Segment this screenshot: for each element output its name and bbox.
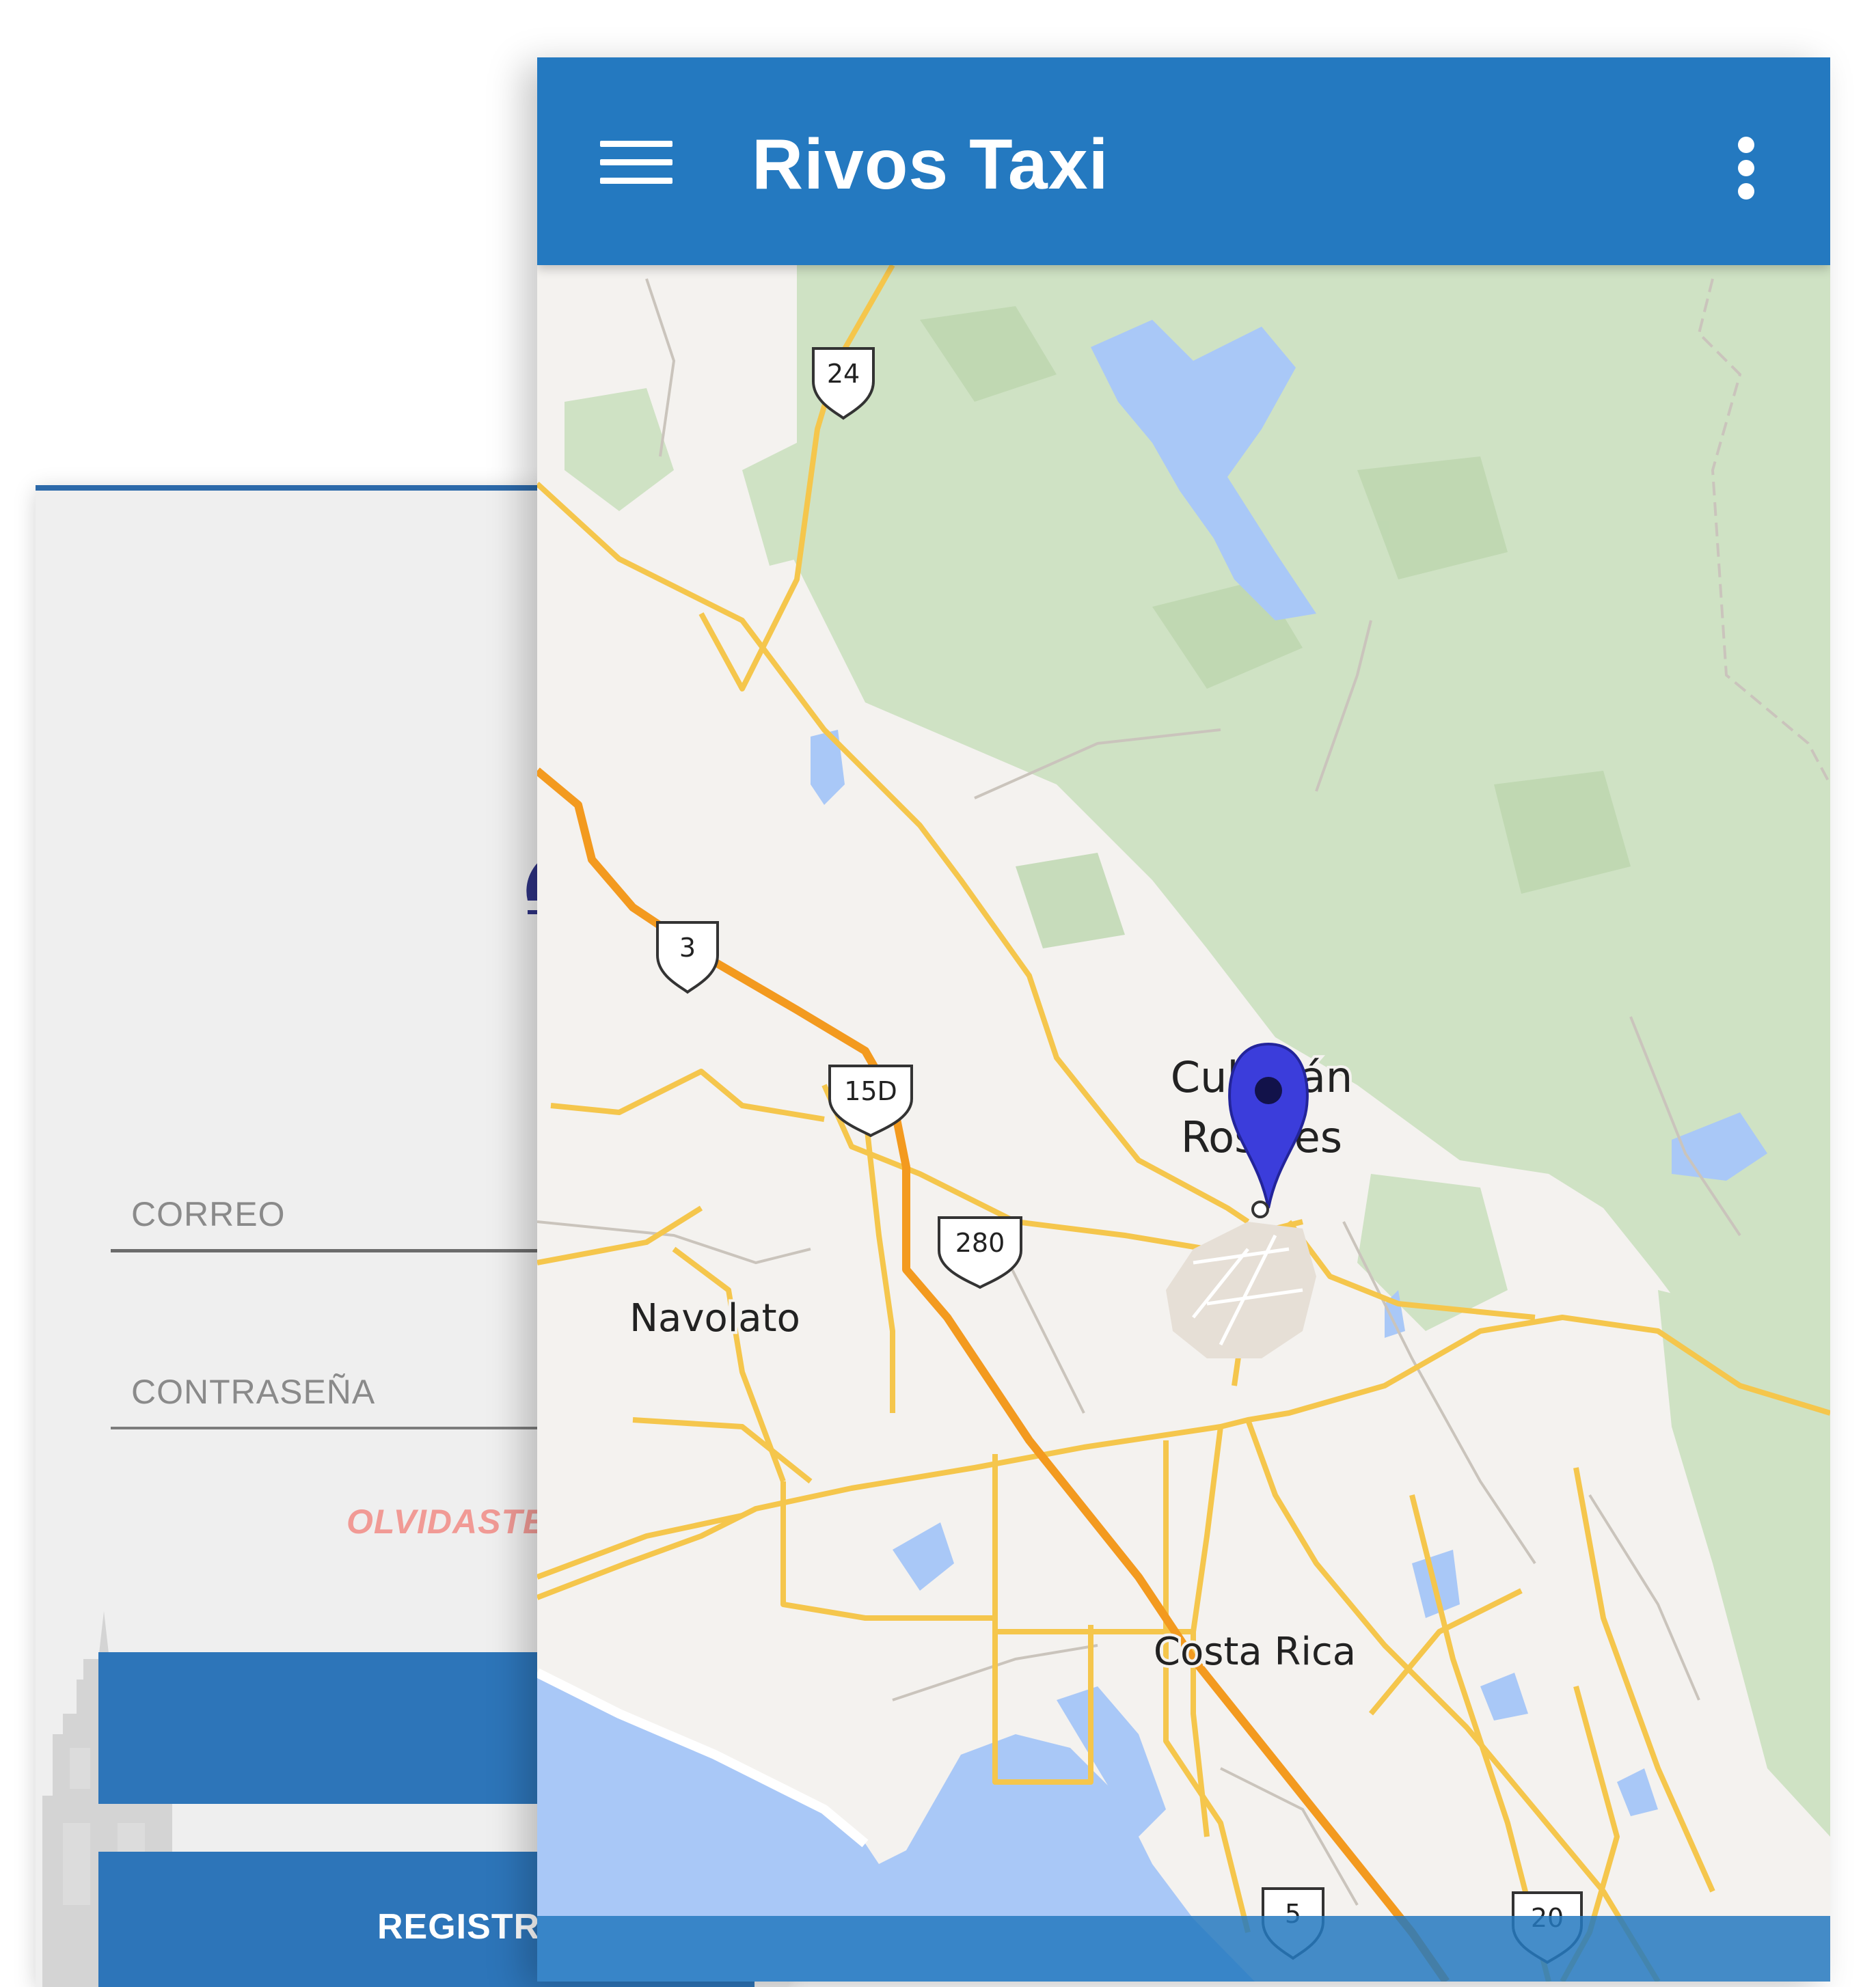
- app-title: Rivos Taxi: [752, 125, 1109, 204]
- more-vert-icon[interactable]: [1736, 137, 1756, 200]
- place-label-navolato: Navolato: [629, 1296, 800, 1341]
- place-label-costa-rica: Costa Rica: [1154, 1630, 1356, 1674]
- map-view[interactable]: 24 3 15D 280 5 20: [537, 265, 1830, 1982]
- bottom-bar: [537, 1916, 1830, 1982]
- route-shield-3-label: 3: [679, 933, 696, 963]
- forgot-password-link[interactable]: OLVIDASTE: [346, 1502, 546, 1541]
- menu-icon[interactable]: [600, 141, 672, 184]
- route-shield-15D-label: 15D: [844, 1076, 897, 1106]
- route-shield-280-label: 280: [955, 1228, 1005, 1258]
- app-screen: Rivos Taxi 24 3 15D 280 5 Navolato Costa…: [537, 57, 1830, 1982]
- route-shield-24-label: 24: [827, 359, 860, 389]
- app-bar: Rivos Taxi: [537, 57, 1830, 265]
